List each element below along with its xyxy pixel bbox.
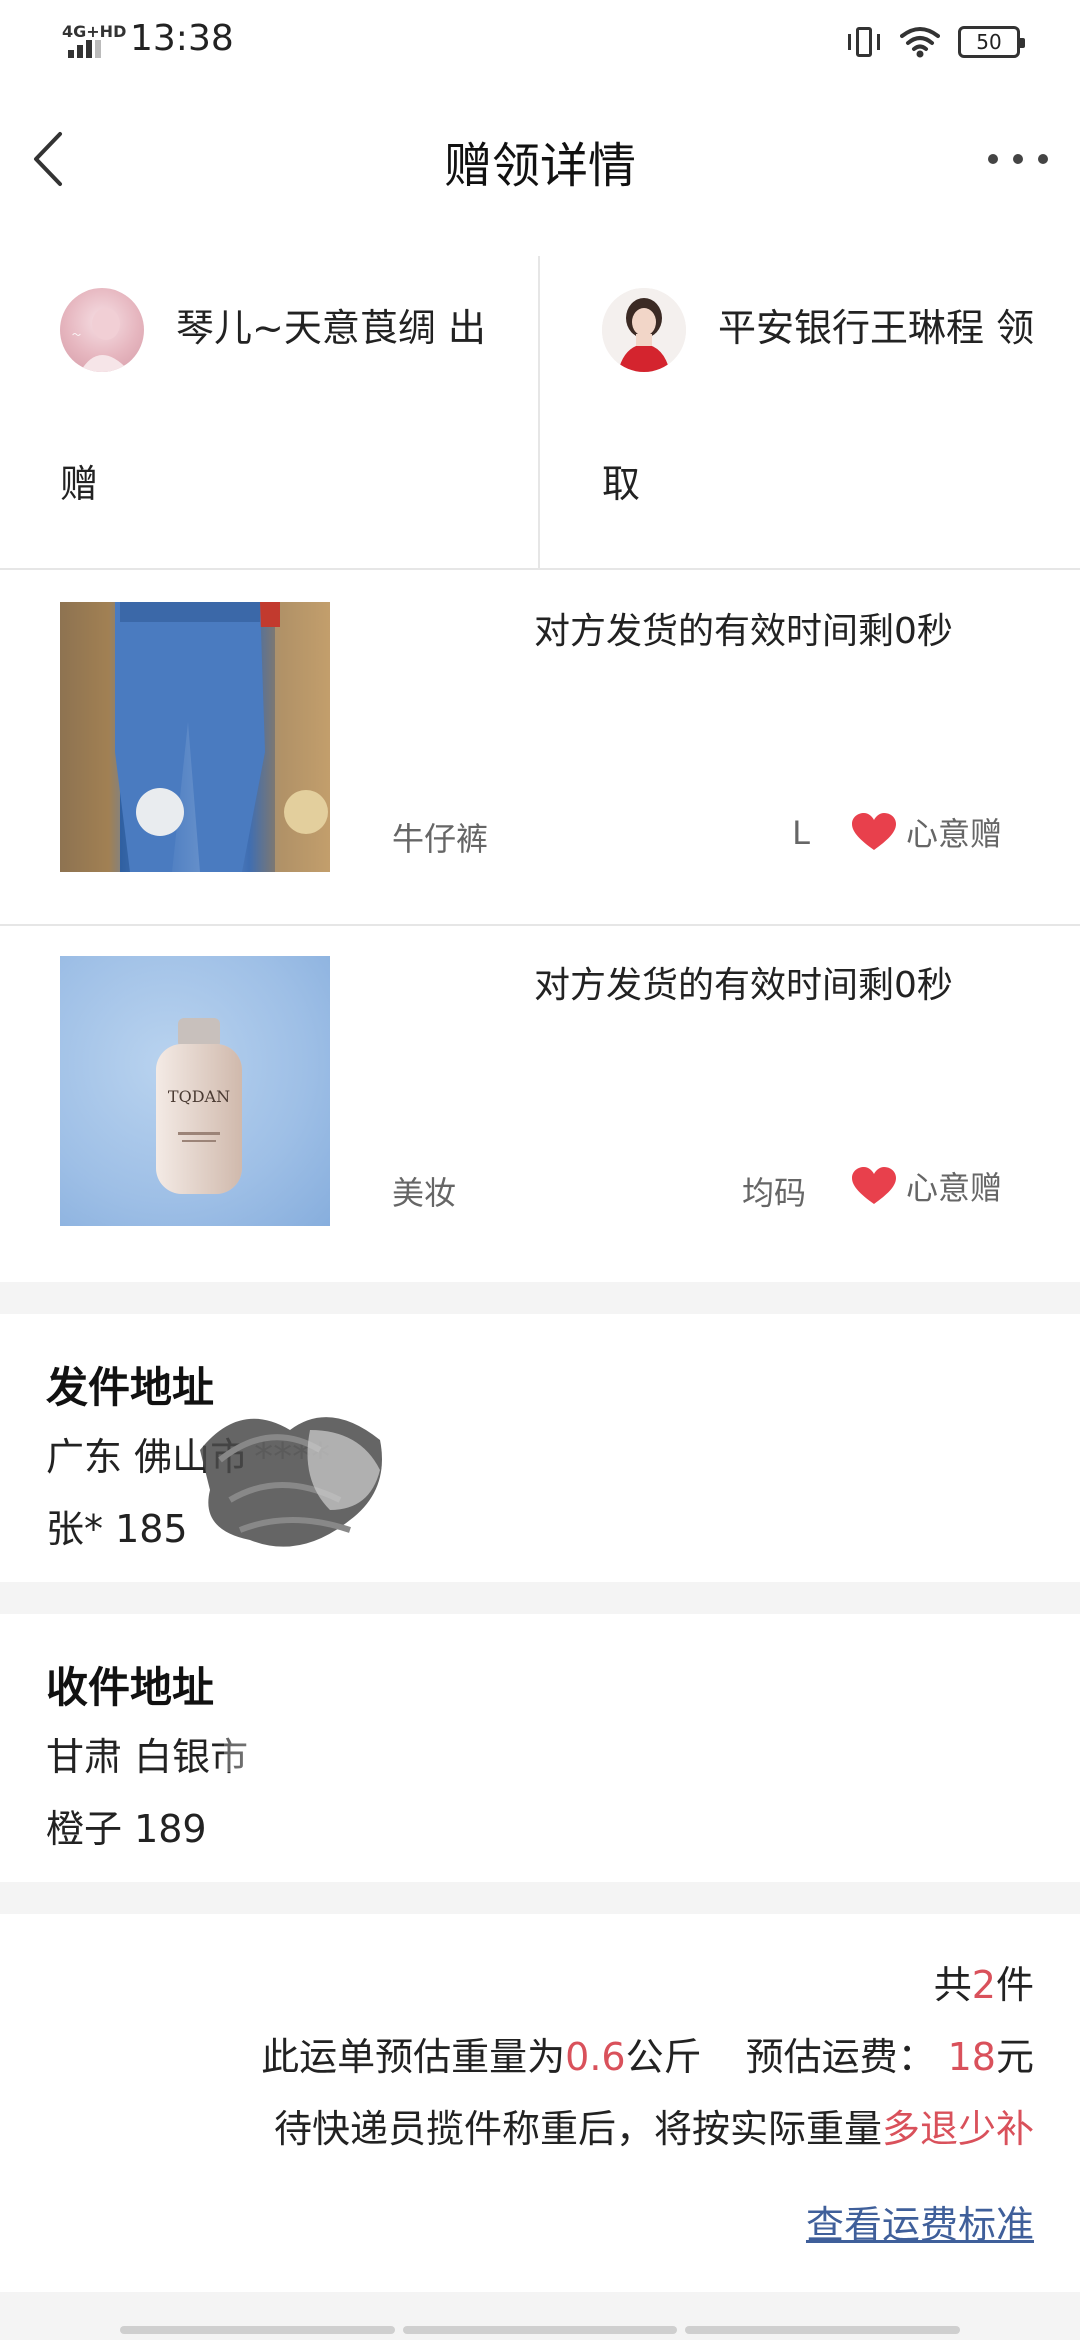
svg-text:～: ～ [72, 331, 81, 341]
gift-type-label: 心意赠 [906, 1169, 1003, 1207]
section-divider [0, 1882, 1080, 1914]
receiver-avatar[interactable] [602, 288, 686, 372]
jeans-photo-icon [60, 602, 330, 872]
gift-type-label: 心意赠 [906, 815, 1003, 853]
delivery-timer-text: 对方发货的有效时间剩0秒 [534, 965, 953, 1006]
delivery-timer-text: 对方发货的有效时间剩0秒 [534, 611, 953, 652]
battery-icon: 50 [958, 26, 1025, 58]
page-title: 赠领详情 [443, 138, 636, 194]
item-photo[interactable] [60, 602, 330, 872]
receiver-contact: 橙子 189 [46, 1807, 207, 1851]
network-type: 4G+HD [62, 22, 127, 41]
receiver-name: 平安银行王琳程 领 [718, 306, 1035, 350]
cosmetic-bottle-photo-icon: TQDAN [156, 1018, 242, 1194]
giver-avatar[interactable]: ～ [60, 288, 144, 372]
shipping-summary: 共2件 此运单预估重量为0.6公斤 预估运费： 18元 待快递员揽件称重后，将按实际… [0, 1914, 1080, 2294]
gift-item[interactable]: 对方发货的有效时间剩0秒 牛仔裤 L 心意赠 [0, 572, 1080, 926]
status-time: 13:38 [130, 18, 234, 59]
cellular-signal-icon: 4G+HD [62, 22, 126, 58]
status-bar: 4G+HD 13:38 50 [0, 0, 1080, 84]
nav-header: 赠领详情 [0, 84, 1080, 234]
redaction-blur [224, 1724, 504, 1772]
item-photo[interactable]: TQDAN [60, 956, 330, 1226]
gift-type-badge: 心意赠 [850, 1164, 1002, 1208]
gift-item[interactable]: TQDAN 对方发货的有效时间剩0秒 美妆 均码 心意赠 [0, 926, 1080, 1280]
wifi-icon [900, 27, 940, 58]
more-dot-icon [1038, 154, 1048, 164]
avatar-photo-icon: ～ [72, 308, 130, 372]
more-dot-icon [1013, 154, 1023, 164]
giver-card[interactable]: ～ 琴儿~天意莨绸 出 赠 [0, 256, 540, 570]
item-category: 美妆 [392, 1174, 457, 1212]
sender-contact: 张* 185 [46, 1507, 188, 1551]
receiver-action: 取 [602, 462, 641, 506]
item-size: L [792, 814, 810, 852]
item-count: 共2件 [933, 1963, 1034, 2007]
more-dot-icon [988, 154, 998, 164]
vibrate-icon [846, 25, 882, 59]
section-divider [0, 1282, 1080, 1314]
more-options-button[interactable] [988, 144, 1048, 174]
avatar-photo-icon [602, 288, 686, 372]
redaction-blur [222, 1796, 422, 1844]
participants-row: ～ 琴儿~天意莨绸 出 赠 平安银行王琳程 领 取 [0, 256, 1080, 570]
sender-address-card: 发件地址 广东 佛山市**** 张* 185 [0, 1314, 1080, 1576]
receiver-address-region: 甘肃 白银市 [46, 1735, 249, 1779]
receiver-address-title: 收件地址 [46, 1663, 215, 1712]
giver-name: 琴儿~天意莨绸 出 [176, 306, 486, 350]
heart-icon [852, 1167, 896, 1204]
battery-level: 50 [976, 30, 1002, 54]
gift-type-badge: 心意赠 [850, 810, 1002, 854]
scroll-indicator [120, 2326, 961, 2334]
section-divider [0, 1582, 1080, 1614]
estimated-weight-fee: 此运单预估重量为0.6公斤 预估运费： 18元 [261, 2035, 1034, 2079]
receiver-address-card: 收件地址 甘肃 白银市 橙子 189 [0, 1614, 1080, 1876]
view-fee-standard-link[interactable]: 查看运费标准 [806, 2194, 1034, 2249]
receiver-card[interactable]: 平安银行王琳程 领 取 [542, 256, 1080, 570]
giver-action: 赠 [60, 462, 99, 506]
redaction-scribble [200, 1417, 382, 1547]
heart-icon [852, 813, 896, 850]
item-category: 牛仔裤 [392, 820, 489, 858]
item-size: 均码 [741, 1174, 806, 1212]
bottle-brand-label: TQDAN [168, 1087, 230, 1106]
weight-adjust-note: 待快递员揽件称重后，将按实际重量多退少补 [273, 2107, 1034, 2151]
